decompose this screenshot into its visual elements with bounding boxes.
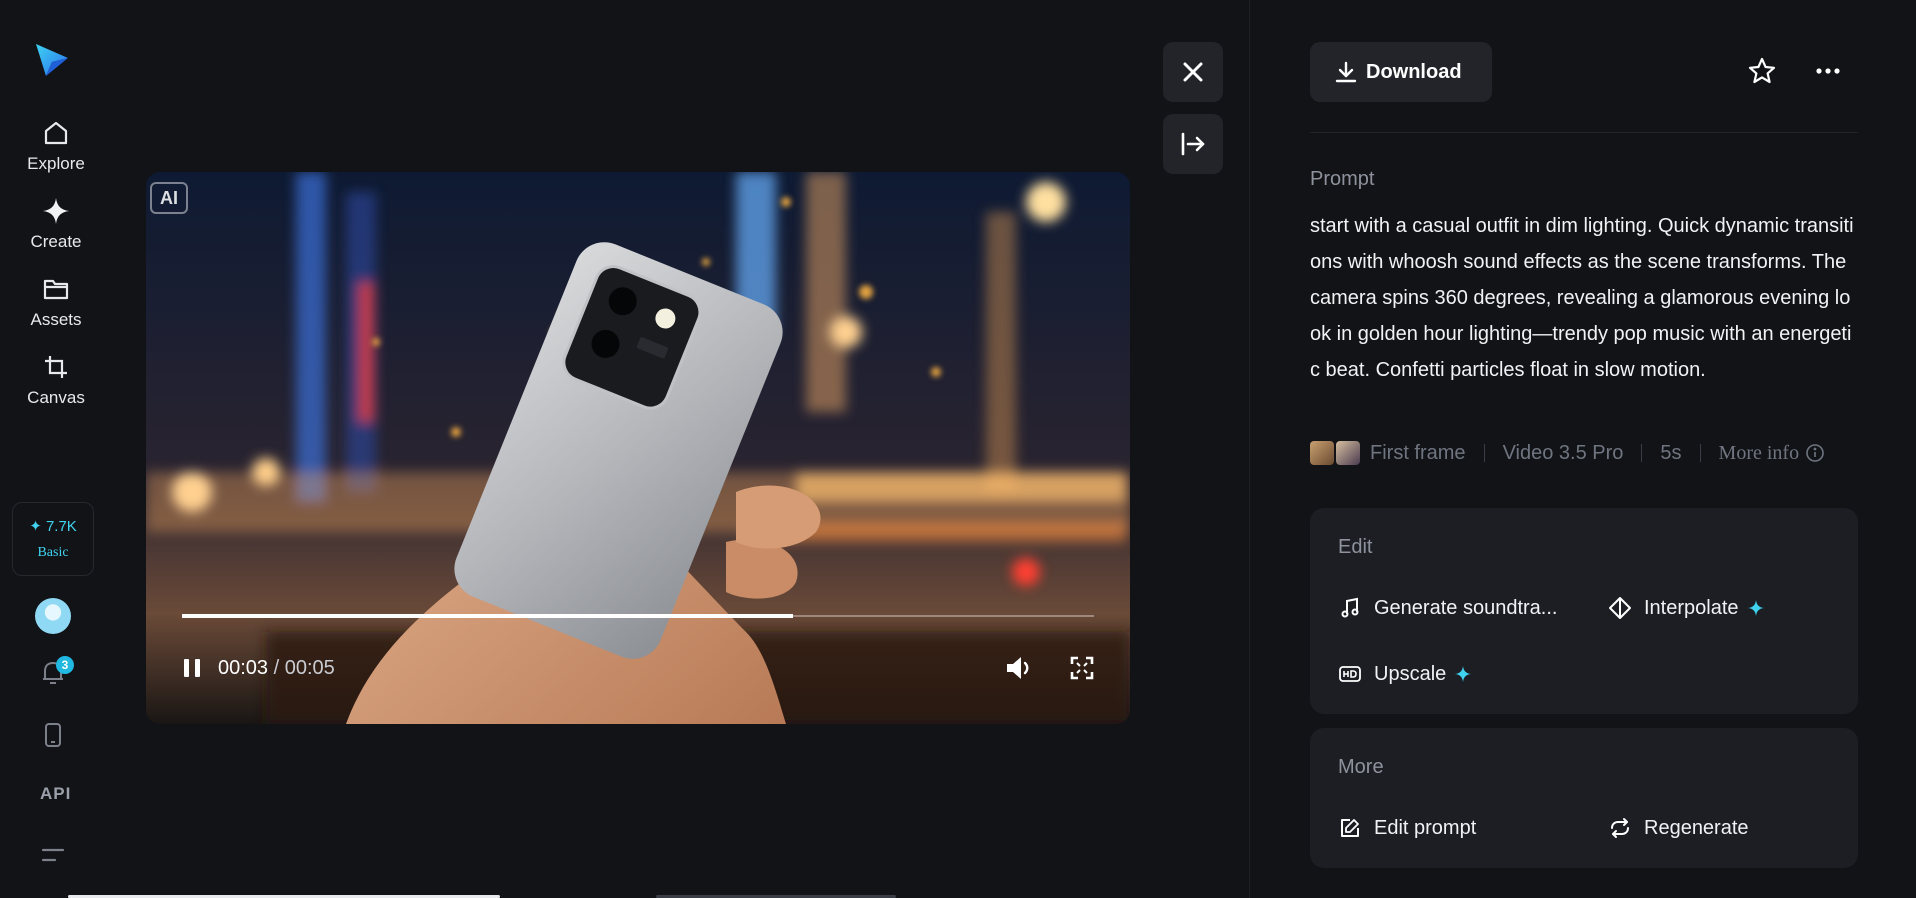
more-info-label: More info <box>1718 441 1800 464</box>
total-time: / 00:05 <box>268 657 335 679</box>
interpolate-icon <box>1609 597 1631 619</box>
info-icon <box>1806 444 1824 462</box>
progress-bar[interactable] <box>182 614 1094 618</box>
close-button[interactable] <box>1163 42 1223 102</box>
menu-icon[interactable] <box>36 838 70 872</box>
prompt-text: start with a casual outfit in dim lighti… <box>1310 215 1854 381</box>
progress-fill <box>182 614 794 618</box>
header-divider <box>1310 132 1858 133</box>
more-options-icon[interactable] <box>1813 56 1843 86</box>
credits-badge[interactable]: ✦ 7.7K Basic <box>12 502 94 576</box>
credits-amount: ✦ 7.7K <box>29 518 77 535</box>
api-link[interactable]: API <box>40 784 71 804</box>
edit-card: Edit Generate soundtra... Interpolate Up… <box>1310 508 1858 714</box>
music-note-icon <box>1341 597 1359 618</box>
model-name: Video 3.5 Pro <box>1502 441 1624 464</box>
sidebar-item-explore[interactable]: Explore <box>0 118 112 174</box>
interpolate-button[interactable]: Interpolate <box>1608 596 1765 620</box>
mobile-icon[interactable] <box>36 718 70 752</box>
favorite-star-icon[interactable] <box>1747 56 1777 86</box>
duration: 5s <box>1660 441 1682 464</box>
regenerate-label: Regenerate <box>1644 816 1749 839</box>
more-info-link[interactable]: More info <box>1719 442 1826 465</box>
video-player[interactable]: AI 00:03 / 00:05 <box>146 172 1130 724</box>
sidebar: Explore Create Assets Canvas ✦ 7.7K Basi… <box>0 0 112 898</box>
volume-icon[interactable] <box>1004 654 1034 682</box>
sidebar-item-create[interactable]: Create <box>0 196 112 252</box>
sidebar-item-label: Assets <box>30 310 82 329</box>
notification-count-badge: 3 <box>56 656 74 674</box>
edit-title: Edit <box>1338 536 1373 558</box>
first-frame-thumbnails <box>1310 441 1362 465</box>
sidebar-item-label: Canvas <box>27 388 85 407</box>
download-label: Download <box>1366 61 1462 83</box>
sidebar-item-canvas[interactable]: Canvas <box>0 352 112 408</box>
crop-icon <box>45 356 67 378</box>
sidebar-item-label: Explore <box>27 154 85 173</box>
regenerate-icon <box>1611 818 1629 838</box>
current-time: 00:03 <box>218 657 269 679</box>
avatar[interactable] <box>35 598 71 634</box>
app-logo[interactable] <box>32 40 72 80</box>
upscale-label: Upscale <box>1374 662 1447 685</box>
more-title: More <box>1338 756 1384 778</box>
time-display: 00:03 / 00:05 <box>218 657 335 680</box>
plan-tier: Basic <box>37 545 69 560</box>
download-button[interactable]: Download <box>1310 42 1492 102</box>
hd-icon <box>1339 666 1361 682</box>
folder-icon <box>43 279 69 300</box>
ai-generated-badge: AI <box>150 182 188 214</box>
interpolate-label: Interpolate <box>1644 596 1739 619</box>
first-frame-label[interactable]: First frame <box>1370 442 1466 465</box>
edit-icon <box>1341 819 1359 837</box>
close-icon <box>1183 62 1203 82</box>
download-icon <box>1335 61 1357 83</box>
generate-soundtrack-label: Generate soundtra... <box>1374 596 1558 619</box>
more-card: More Edit prompt Regenerate <box>1310 728 1858 868</box>
sidebar-item-assets[interactable]: Assets <box>0 274 112 330</box>
sparkle-icon <box>43 198 69 224</box>
sidebar-item-label: Create <box>30 232 82 251</box>
upscale-button[interactable]: Upscale <box>1338 662 1472 686</box>
toggle-panel-button[interactable] <box>1163 114 1223 174</box>
sparkle-icon <box>1747 600 1764 616</box>
regenerate-button[interactable]: Regenerate <box>1608 816 1749 840</box>
generation-meta: First frame Video 3.5 Pro 5s More info <box>1310 438 1825 468</box>
panel-expand-icon <box>1181 132 1205 156</box>
prompt-label: Prompt <box>1310 168 1375 190</box>
video-frame <box>146 172 1130 724</box>
edit-prompt-button[interactable]: Edit prompt <box>1338 816 1476 840</box>
edit-prompt-label: Edit prompt <box>1374 816 1477 839</box>
home-icon <box>44 121 68 145</box>
panel-divider <box>1249 0 1250 898</box>
fullscreen-icon[interactable] <box>1070 656 1094 680</box>
pause-button[interactable] <box>180 656 204 680</box>
sparkle-icon <box>1455 666 1472 682</box>
generate-soundtrack-button[interactable]: Generate soundtra... <box>1338 596 1557 620</box>
